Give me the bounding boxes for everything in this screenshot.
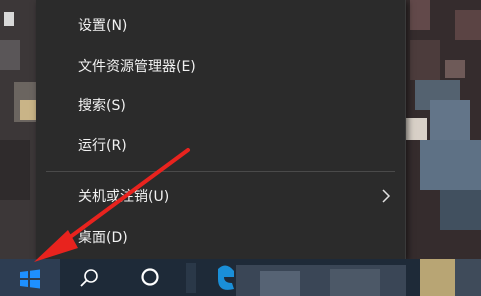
menu-item-desktop[interactable]: 桌面(D): [36, 220, 405, 254]
windows-logo-icon: [20, 269, 40, 289]
menu-separator: [46, 171, 395, 172]
menu-item-label: 桌面(D): [78, 230, 128, 246]
menu-item-search[interactable]: 搜索(S): [36, 88, 405, 122]
taskbar-app-button[interactable]: [330, 269, 380, 296]
taskbar-divider: [186, 263, 196, 293]
menu-item-file-explorer[interactable]: 文件资源管理器(E): [36, 49, 405, 83]
start-button[interactable]: [0, 259, 60, 296]
menu-item-run[interactable]: 运行(R): [36, 128, 405, 162]
chevron-right-icon: [382, 189, 391, 203]
menu-item-label: 文件资源管理器(E): [78, 59, 196, 75]
search-icon[interactable]: [78, 267, 100, 289]
menu-item-label: 运行(R): [78, 138, 127, 154]
menu-item-settings[interactable]: 设置(N): [36, 8, 405, 42]
taskbar-app-button[interactable]: [420, 259, 455, 296]
taskbar: [0, 259, 481, 296]
taskbar-app-button[interactable]: [260, 271, 300, 296]
start-context-menu: 设置(N) 文件资源管理器(E) 搜索(S) 运行(R) 关机或注销(U) 桌面…: [36, 0, 406, 259]
cortana-circle-icon[interactable]: [139, 266, 161, 288]
menu-item-label: 设置(N): [78, 18, 128, 34]
menu-item-label: 关机或注销(U): [78, 189, 170, 205]
edge-icon[interactable]: [214, 263, 238, 293]
taskbar-app-button[interactable]: [455, 259, 481, 296]
menu-item-label: 搜索(S): [78, 98, 126, 114]
menu-item-shutdown-signout[interactable]: 关机或注销(U): [36, 179, 405, 213]
